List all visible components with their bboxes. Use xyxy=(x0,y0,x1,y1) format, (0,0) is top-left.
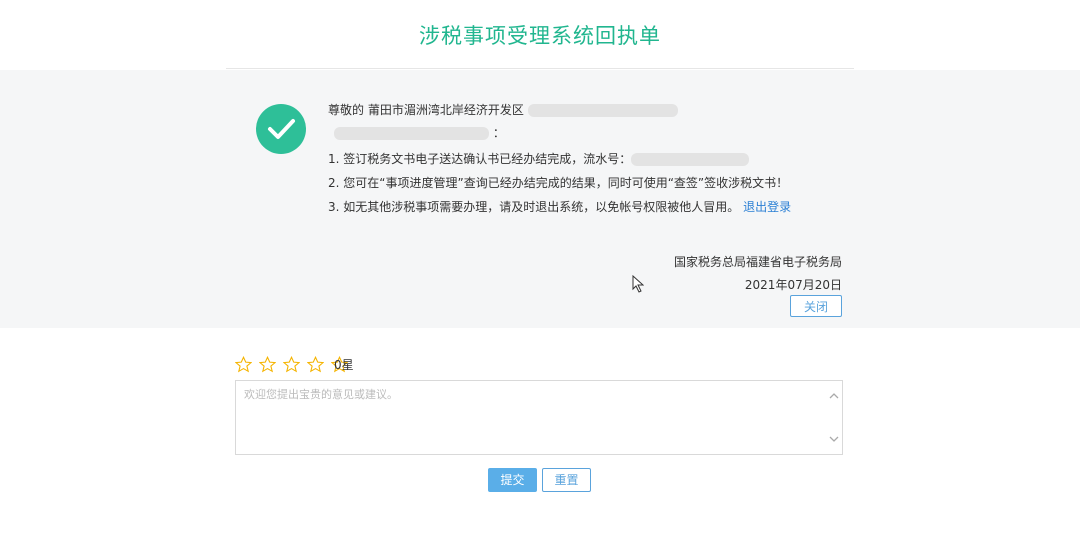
feedback-box xyxy=(235,380,843,455)
greeting-line-2: ： xyxy=(334,124,505,141)
greeting-line: 尊敬的 莆田市湄洲湾北岸经济开发区 xyxy=(328,101,678,118)
header: 涉税事项受理系统回执单 xyxy=(226,0,854,69)
scroll-down-icon[interactable] xyxy=(828,433,840,445)
page-title: 涉税事项受理系统回执单 xyxy=(419,24,661,48)
feedback-textarea[interactable] xyxy=(236,381,826,454)
org-name: 莆田市湄洲湾北岸经济开发区 xyxy=(367,103,524,117)
issue-date: 2021年07月20日 xyxy=(744,278,842,292)
receipt-item-2: 2. 您可在“事项进度管理”查询已经办结完成的结果，同时可使用“查签”签收涉税文… xyxy=(328,174,788,191)
star-icon-1[interactable] xyxy=(235,356,252,373)
receipt-item-1-text: 1. 签订税务文书电子送达确认书已经办结完成，流水号： xyxy=(328,152,632,166)
rating-label: 0星 xyxy=(334,358,354,372)
receipt-item-1: 1. 签订税务文书电子送达确认书已经办结完成，流水号： xyxy=(328,150,750,167)
success-check-icon xyxy=(256,104,306,154)
greeting-colon: ： xyxy=(492,126,505,140)
submit-button[interactable]: 提交 xyxy=(488,468,537,492)
redacted-taxpayer-name xyxy=(334,127,489,140)
logout-link[interactable]: 退出登录 xyxy=(743,200,791,214)
greeting-prefix: 尊敬的 xyxy=(328,103,365,117)
mouse-cursor-icon xyxy=(632,274,645,297)
receipt-item-3-text: 3. 如无其他涉税事项需要办理，请及时退出系统，以免帐号权限被他人冒用。 xyxy=(328,200,740,214)
scroll-up-icon[interactable] xyxy=(828,390,840,402)
issuer-name: 国家税务总局福建省电子税务局 xyxy=(673,255,842,269)
close-button[interactable]: 关闭 xyxy=(790,295,842,317)
redacted-org-name xyxy=(527,104,678,117)
star-icon-3[interactable] xyxy=(283,356,301,373)
receipt-item-3: 3. 如无其他涉税事项需要办理，请及时退出系统，以免帐号权限被他人冒用。 退出登… xyxy=(328,198,791,215)
redacted-serial-number xyxy=(631,153,750,166)
star-icon-4[interactable] xyxy=(307,356,325,373)
star-icon-2[interactable] xyxy=(259,356,277,373)
receipt-item-2-text: 2. 您可在“事项进度管理”查询已经办结完成的结果，同时可使用“查签”签收涉税文… xyxy=(328,176,789,190)
reset-button[interactable]: 重置 xyxy=(542,468,591,492)
